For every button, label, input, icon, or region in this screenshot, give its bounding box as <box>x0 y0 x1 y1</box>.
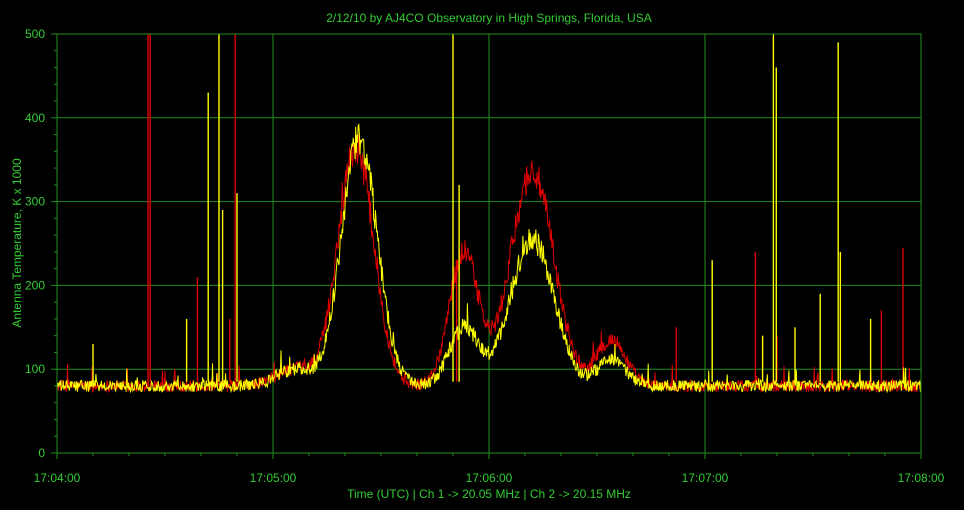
x-tick-label: 17:07:00 <box>682 471 729 485</box>
chart-title: 2/12/10 by AJ4CO Observatory in High Spr… <box>326 11 651 25</box>
y-tick-label: 200 <box>25 278 45 292</box>
chart: 2/12/10 by AJ4CO Observatory in High Spr… <box>0 0 964 510</box>
y-tick-label: 300 <box>25 195 45 209</box>
y-axis-label: Antenna Temperature, K x 1000 <box>10 158 24 328</box>
y-tick-label: 0 <box>38 446 45 460</box>
x-tick-label: 17:06:00 <box>466 471 513 485</box>
chart-background <box>0 0 964 510</box>
x-tick-label: 17:05:00 <box>250 471 297 485</box>
x-tick-label: 17:04:00 <box>34 471 81 485</box>
y-tick-label: 100 <box>25 362 45 376</box>
x-tick-label: 17:08:00 <box>898 471 945 485</box>
x-axis-label: Time (UTC) | Ch 1 -> 20.05 MHz | Ch 2 ->… <box>347 487 631 501</box>
y-tick-label: 400 <box>25 111 45 125</box>
y-tick-label: 500 <box>25 27 45 41</box>
